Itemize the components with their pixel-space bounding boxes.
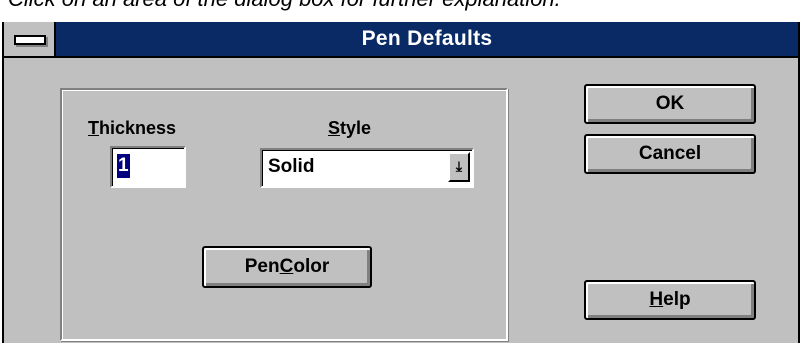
dialog-titlebar[interactable]: Pen Defaults (4, 22, 798, 58)
dialog-title: Pen Defaults (361, 27, 493, 50)
instruction-caption: Click on an area of the dialog box for f… (8, 0, 561, 12)
thickness-value: 1 (117, 154, 130, 178)
style-label-rest: tyle (340, 118, 372, 138)
pen-color-button[interactable]: Pen Color (202, 246, 372, 288)
pen-color-label-before: Pen (244, 256, 280, 277)
thickness-input[interactable]: 1 (110, 146, 186, 188)
system-menu-button[interactable] (4, 22, 56, 56)
help-label-mnemonic: H (649, 289, 664, 310)
style-label: Style (328, 118, 371, 139)
ok-button[interactable]: OK (584, 84, 756, 124)
cancel-button-label: Cancel (638, 143, 702, 164)
pen-color-label-after: olor (293, 256, 330, 277)
pen-color-label-mnemonic: C (279, 256, 294, 277)
style-dropdown[interactable]: Solid ⤓ (260, 148, 474, 188)
thickness-label: Thickness (88, 118, 176, 139)
thickness-label-mnemonic: T (88, 118, 99, 138)
page: Click on an area of the dialog box for f… (0, 0, 802, 343)
dropdown-arrow-icon[interactable]: ⤓ (448, 152, 470, 182)
thickness-label-rest: hickness (99, 118, 177, 138)
cancel-button[interactable]: Cancel (584, 134, 756, 174)
system-menu-icon (14, 35, 46, 45)
help-button[interactable]: Help (584, 280, 756, 320)
pen-defaults-dialog: Pen Defaults Thickness Style 1 Solid ⤓ P… (2, 22, 800, 343)
ok-button-label: OK (655, 93, 685, 114)
style-selected-value: Solid (268, 156, 315, 177)
help-label-rest: elp (663, 289, 691, 310)
style-label-mnemonic: S (328, 118, 341, 138)
